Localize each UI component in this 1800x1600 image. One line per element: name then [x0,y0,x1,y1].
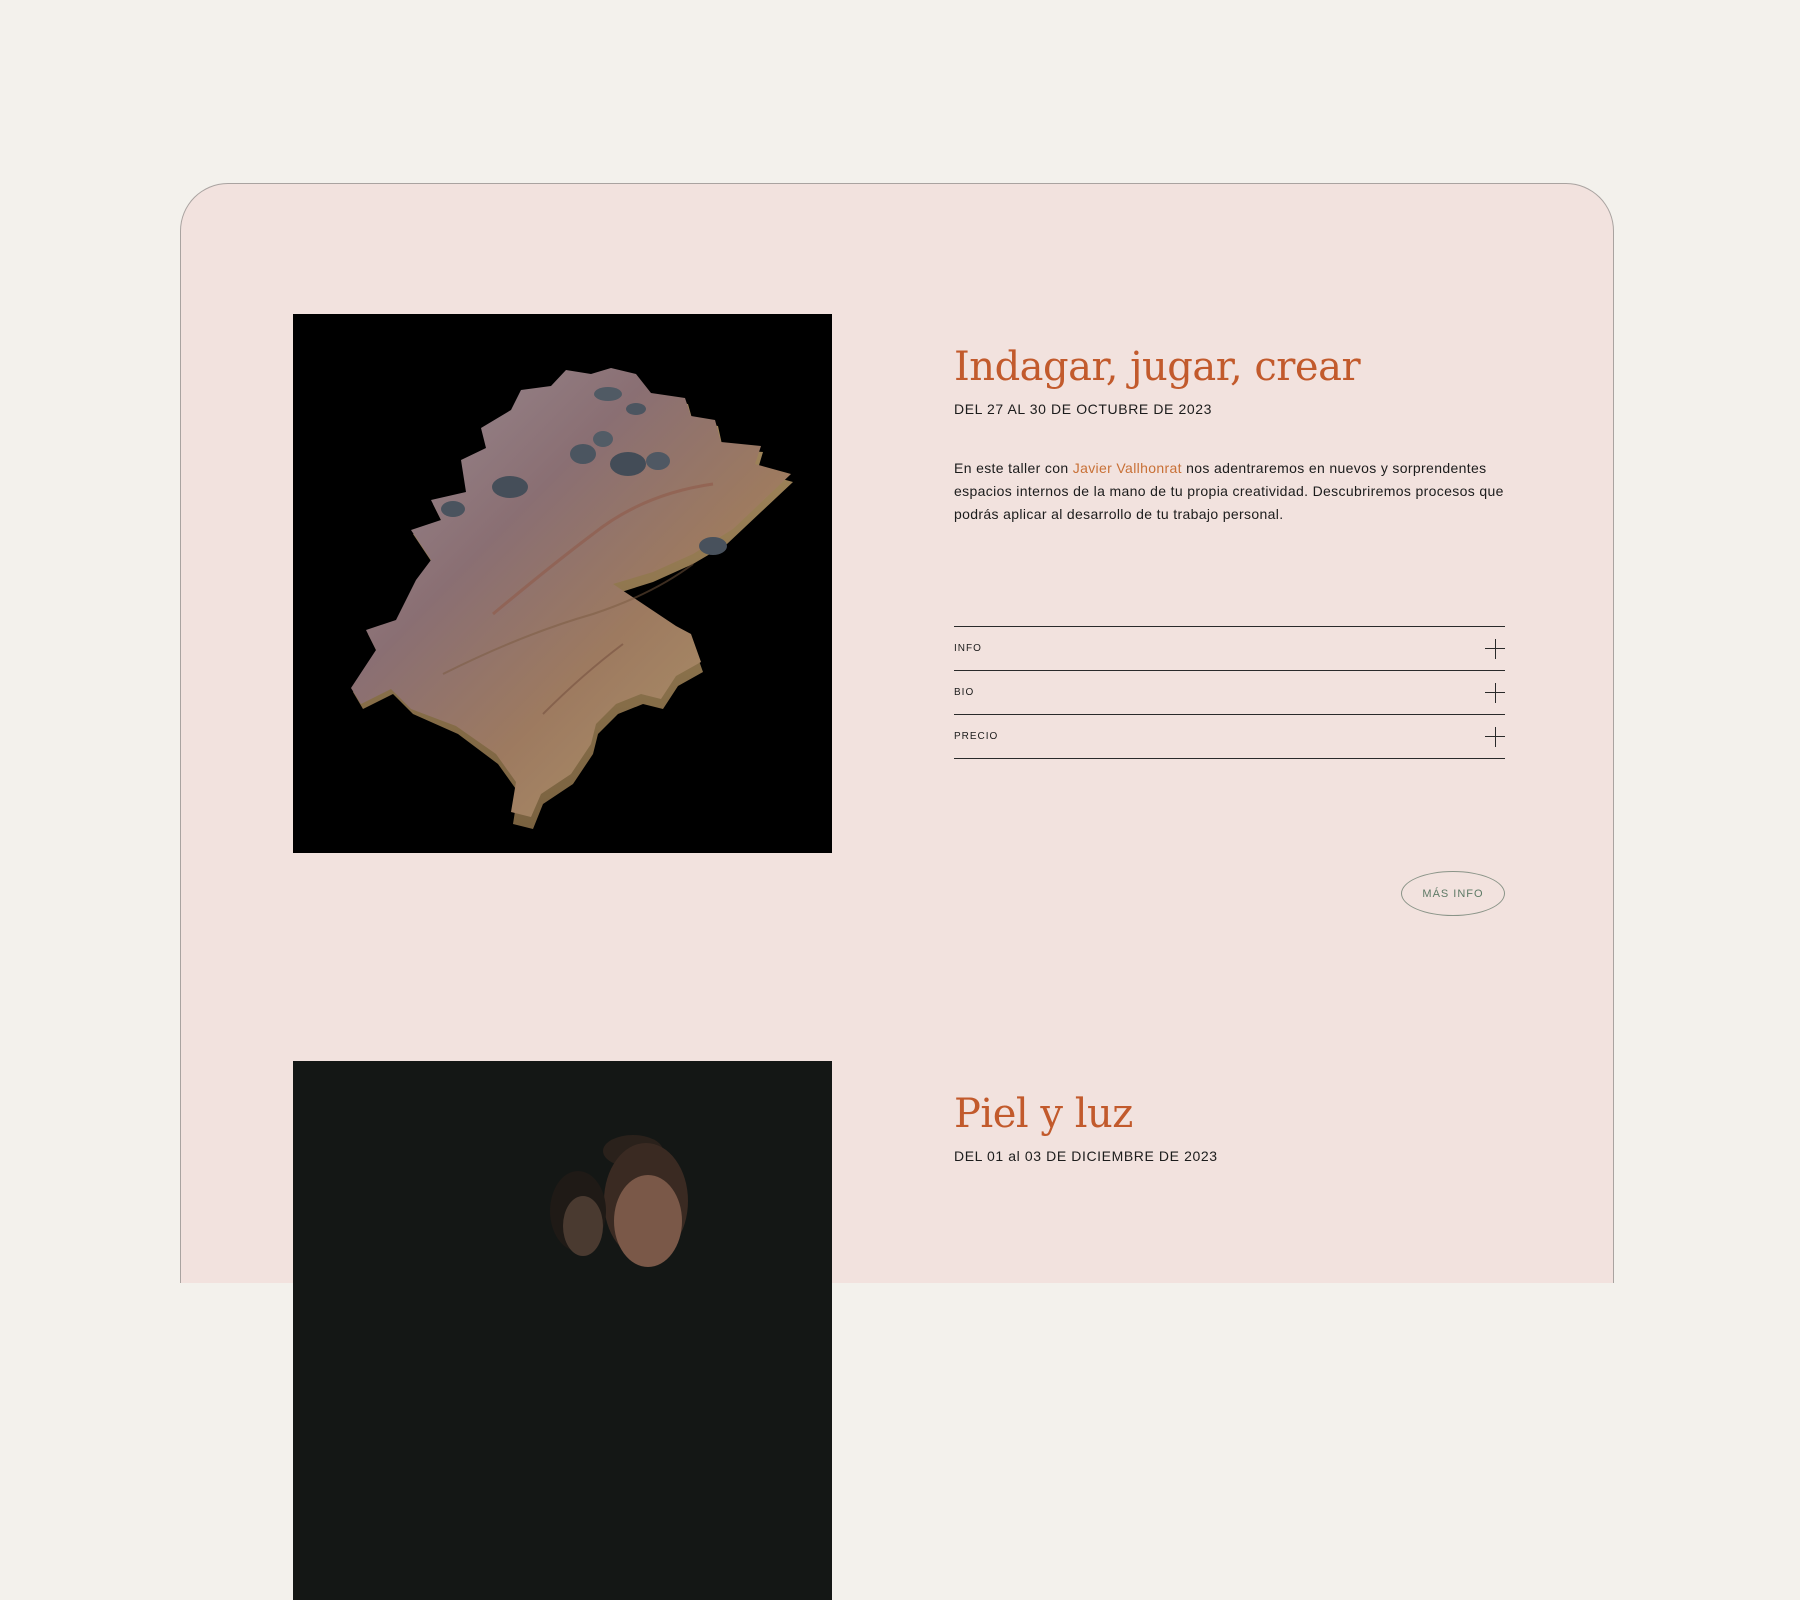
workshop-description: En este taller con Javier Vallhonrat nos… [954,457,1505,527]
plus-icon[interactable] [1485,638,1505,659]
description-text: En este taller con [954,460,1073,476]
workshop-title: Piel y luz [954,1091,1133,1137]
workshops-card: Indagar, jugar, crear DEL 27 AL 30 DE OC… [180,183,1614,1600]
more-info-button[interactable]: MÁS INFO [1401,871,1505,916]
accordion-item-bio[interactable]: BIO [954,671,1505,715]
workshop-image-portrait [293,1061,832,1600]
accordion-item-info[interactable]: INFO [954,627,1505,671]
instructor-link[interactable]: Javier Vallhonrat [1073,460,1182,476]
workshop-image-rock-sculpture [293,314,832,853]
accordion-item-precio[interactable]: PRECIO [954,715,1505,759]
accordion-label: PRECIO [954,731,999,742]
workshop-title: Indagar, jugar, crear [954,344,1361,390]
workshop-date: DEL 01 al 03 DE DICIEMBRE DE 2023 [954,1148,1218,1164]
accordion-label: BIO [954,687,975,698]
plus-icon[interactable] [1485,682,1505,703]
workshop-accordion: INFO BIO PRECIO [954,626,1505,759]
plus-icon[interactable] [1485,726,1505,747]
workshop-date: DEL 27 AL 30 DE OCTUBRE DE 2023 [954,401,1213,417]
accordion-label: INFO [954,643,982,654]
